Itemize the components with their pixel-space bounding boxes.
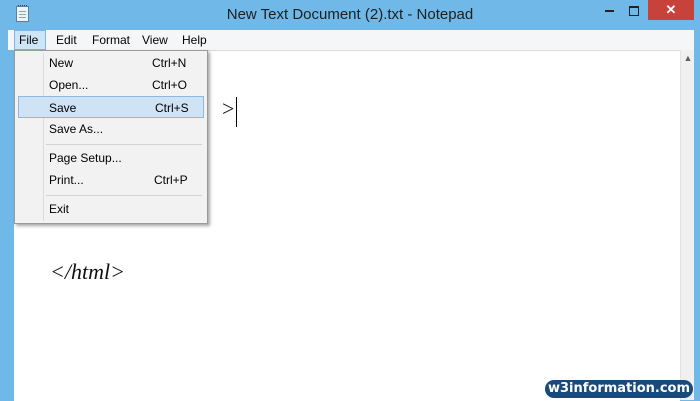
notepad-window: New Text Document (2).txt - Notepad ✕ Fi… — [0, 0, 700, 401]
site-watermark-logo: w3information.com — [545, 380, 693, 398]
menu-item-label: Print... — [49, 173, 84, 187]
window-title: New Text Document (2).txt - Notepad — [226, 6, 474, 23]
window-frame-right — [694, 30, 700, 400]
menu-item-shortcut: Ctrl+P — [154, 173, 188, 187]
menu-format[interactable]: Format — [88, 30, 134, 50]
menu-file-label: File — [19, 33, 39, 47]
menu-file[interactable]: File — [14, 30, 46, 50]
menu-edit[interactable]: Edit — [52, 30, 81, 50]
minimize-button[interactable] — [596, 0, 622, 20]
menu-item-shortcut: Ctrl+O — [152, 78, 188, 92]
menu-separator — [46, 195, 202, 196]
close-button[interactable]: ✕ — [648, 0, 694, 20]
menu-help-label: Help — [182, 33, 207, 47]
text-caret — [236, 97, 237, 127]
menu-help[interactable]: Help — [178, 30, 211, 50]
menu-edit-label: Edit — [56, 33, 77, 47]
menu-item-new[interactable]: New Ctrl+N — [18, 52, 204, 74]
close-icon: ✕ — [665, 2, 677, 17]
menu-item-exit[interactable]: Exit — [18, 198, 204, 220]
menu-bar: File Edit Format View Help — [8, 30, 694, 50]
menu-item-label: Save As... — [49, 122, 104, 136]
menu-item-print[interactable]: Print... Ctrl+P — [18, 169, 204, 191]
menu-item-save[interactable]: Save Ctrl+S — [18, 96, 204, 118]
editor-text-closing-tag: </html> — [50, 259, 125, 284]
menu-item-shortcut: Ctrl+S — [155, 101, 189, 115]
maximize-button[interactable] — [622, 0, 646, 20]
editor-text-fragment: > — [222, 96, 235, 121]
menu-item-label: Open... — [49, 78, 89, 92]
menu-view[interactable]: View — [138, 30, 172, 50]
menu-separator — [46, 144, 202, 145]
menu-view-label: View — [142, 33, 168, 47]
scroll-up-arrow-icon[interactable]: ▲ — [681, 50, 695, 66]
menu-item-page-setup[interactable]: Page Setup... — [18, 147, 204, 169]
menu-item-label: Page Setup... — [49, 151, 122, 165]
menu-item-open[interactable]: Open... Ctrl+O — [18, 74, 204, 96]
vertical-scrollbar[interactable]: ▲ — [680, 50, 695, 400]
menu-item-shortcut: Ctrl+N — [152, 56, 187, 70]
title-bar[interactable]: New Text Document (2).txt - Notepad ✕ — [0, 0, 700, 30]
file-menu-dropdown: New Ctrl+N Open... Ctrl+O Save Ctrl+S Sa… — [14, 50, 208, 224]
menu-item-label: Exit — [49, 202, 70, 216]
menu-item-label: Save — [49, 101, 77, 115]
menu-item-label: New — [49, 56, 74, 70]
menu-format-label: Format — [92, 33, 131, 47]
menu-item-save-as[interactable]: Save As... — [18, 118, 204, 140]
maximize-icon — [629, 5, 639, 16]
minimize-icon — [604, 9, 614, 12]
